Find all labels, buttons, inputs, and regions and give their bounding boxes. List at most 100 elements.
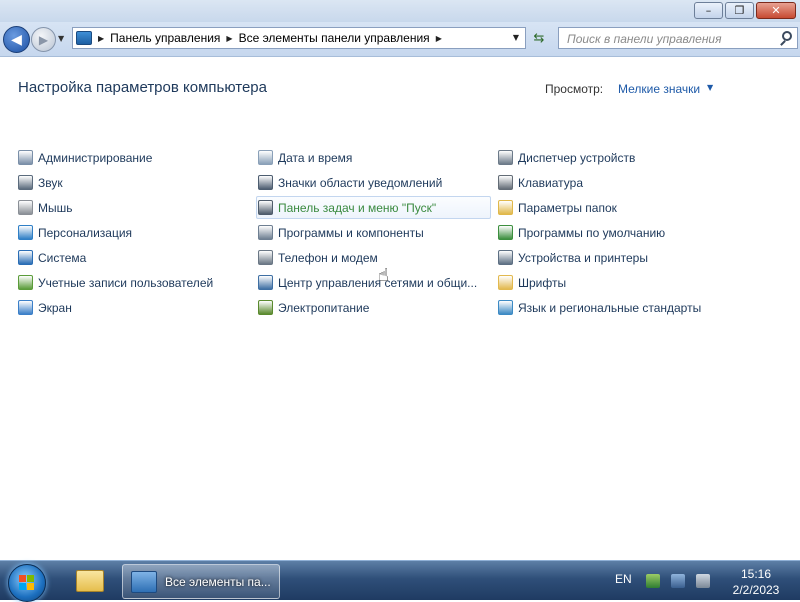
- taskbar: Все элементы па... EN 15:16 2/2/2023: [0, 560, 800, 602]
- admin-tools-icon: [18, 150, 33, 165]
- taskbar-start-icon: [258, 200, 273, 215]
- back-arrow-icon: ◀: [11, 31, 22, 48]
- breadcrumb-control-panel[interactable]: Панель управления: [110, 31, 220, 45]
- clock-calendar-icon: [258, 150, 273, 165]
- control-panel-icon: [76, 31, 92, 45]
- control-panel-content: Настройка параметров компьютера Просмотр…: [0, 57, 800, 560]
- control-panel-item[interactable]: Параметры папок: [496, 195, 731, 220]
- display-icon: [18, 300, 33, 315]
- items-column-2: Дата и время Значки области уведомлений Па…: [256, 145, 491, 320]
- control-panel-icon: [131, 570, 157, 593]
- taskbar-control-panel-button[interactable]: Все элементы па...: [122, 564, 280, 599]
- address-dropdown-button[interactable]: ▼: [513, 33, 519, 42]
- control-panel-item-label: Экран: [38, 300, 72, 315]
- personalization-icon: [18, 225, 33, 240]
- control-panel-item[interactable]: Значки области уведомлений: [256, 170, 491, 195]
- control-panel-item-label: Диспетчер устройств: [518, 150, 636, 165]
- control-panel-item[interactable]: Телефон и модем: [256, 245, 491, 270]
- breadcrumb-separator-icon[interactable]: ▶: [226, 34, 232, 43]
- control-panel-item[interactable]: Система: [16, 245, 251, 270]
- view-by-label: Просмотр:: [545, 82, 604, 96]
- recent-pages-dropdown[interactable]: ▼: [58, 34, 64, 43]
- search-icon[interactable]: [782, 31, 792, 41]
- devices-printers-icon: [498, 250, 513, 265]
- control-panel-item-label: Администрирование: [38, 150, 153, 165]
- system-clock[interactable]: 15:16 2/2/2023: [722, 566, 790, 598]
- control-panel-item-label: Электропитание: [278, 300, 370, 315]
- breadcrumb-separator-icon[interactable]: ▶: [98, 34, 104, 43]
- breadcrumb-all-items[interactable]: Все элементы панели управления: [239, 31, 430, 45]
- network-icon[interactable]: [671, 574, 685, 588]
- notification-area-icon: [258, 175, 273, 190]
- clock-date: 2/2/2023: [732, 583, 780, 597]
- folder-icon: [76, 570, 104, 592]
- taskbar-explorer-button[interactable]: [70, 566, 110, 598]
- control-panel-item[interactable]: Диспетчер устройств: [496, 145, 731, 170]
- windows-logo-icon: [19, 575, 35, 591]
- default-programs-icon: [498, 225, 513, 240]
- control-panel-item[interactable]: Экран: [16, 295, 251, 320]
- close-button[interactable]: ✕: [756, 2, 796, 19]
- control-panel-item-label: Значки области уведомлений: [278, 175, 443, 190]
- chevron-down-icon[interactable]: ▼: [707, 83, 713, 92]
- language-indicator[interactable]: EN: [615, 572, 632, 586]
- speaker-icon: [18, 175, 33, 190]
- mouse-icon: [18, 200, 33, 215]
- control-panel-item[interactable]: Персонализация: [16, 220, 251, 245]
- search-box[interactable]: [558, 27, 798, 49]
- window-controls: – ❐ ✕: [692, 2, 796, 19]
- control-panel-item[interactable]: Учетные записи пользователей: [16, 270, 251, 295]
- control-panel-item-label: Программы по умолчанию: [518, 225, 666, 240]
- items-column-3: Диспетчер устройств Клавиатура Параметры п…: [496, 145, 731, 320]
- device-manager-icon: [498, 150, 513, 165]
- network-center-icon: [258, 275, 273, 290]
- control-panel-item[interactable]: Электропитание: [256, 295, 491, 320]
- breadcrumb-separator-icon[interactable]: ▶: [436, 34, 442, 43]
- maximize-button[interactable]: ❐: [725, 2, 754, 19]
- control-panel-item[interactable]: Программы и компоненты: [256, 220, 491, 245]
- back-button[interactable]: ◀: [3, 26, 30, 53]
- clock-time: 15:16: [740, 567, 772, 581]
- control-panel-item-label: Звук: [38, 175, 63, 190]
- control-panel-item[interactable]: Администрирование: [16, 145, 251, 170]
- forward-arrow-icon: ▶: [38, 32, 49, 47]
- address-bar[interactable]: ▶ Панель управления ▶ Все элементы панел…: [72, 27, 526, 49]
- system-icon: [18, 250, 33, 265]
- taskbar-app-label: Все элементы па...: [165, 574, 271, 589]
- control-panel-item-label: Устройства и принтеры: [518, 250, 648, 265]
- refresh-icon: ⇆: [533, 30, 545, 46]
- fonts-icon: [498, 275, 513, 290]
- control-panel-item[interactable]: Центр управления сетями и общи...: [256, 270, 491, 295]
- view-by-dropdown[interactable]: Мелкие значки: [618, 82, 700, 96]
- region-language-icon: [498, 300, 513, 315]
- control-panel-item-label: Панель задач и меню "Пуск": [278, 200, 437, 215]
- control-panel-item[interactable]: Программы по умолчанию: [496, 220, 731, 245]
- forward-button[interactable]: ▶: [31, 27, 56, 52]
- refresh-button[interactable]: ⇆: [528, 27, 550, 49]
- control-panel-item[interactable]: Устройства и принтеры: [496, 245, 731, 270]
- control-panel-item-label: Телефон и модем: [278, 250, 378, 265]
- control-panel-item-label: Программы и компоненты: [278, 225, 424, 240]
- control-panel-item[interactable]: Язык и региональные стандарты: [496, 295, 731, 320]
- search-input[interactable]: [565, 29, 779, 49]
- action-center-icon[interactable]: [646, 574, 660, 588]
- control-panel-item[interactable]: Мышь: [16, 195, 251, 220]
- control-panel-item-label: Шрифты: [518, 275, 567, 290]
- control-panel-item[interactable]: Клавиатура: [496, 170, 731, 195]
- control-panel-item[interactable]: Шрифты: [496, 270, 731, 295]
- control-panel-item-label: Клавиатура: [518, 175, 583, 190]
- phone-modem-icon: [258, 250, 273, 265]
- control-panel-item-label: Учетные записи пользователей: [38, 275, 214, 290]
- minimize-button[interactable]: –: [694, 2, 723, 19]
- folder-options-icon: [498, 200, 513, 215]
- control-panel-item[interactable]: Панель задач и меню "Пуск": [256, 196, 491, 219]
- control-panel-item-label: Язык и региональные стандарты: [518, 300, 702, 315]
- start-button[interactable]: [8, 564, 46, 602]
- page-title: Настройка параметров компьютера: [18, 79, 267, 96]
- control-panel-item-label: Система: [38, 250, 87, 265]
- control-panel-item-label: Персонализация: [38, 225, 133, 240]
- programs-icon: [258, 225, 273, 240]
- volume-muted-icon[interactable]: [696, 574, 710, 588]
- control-panel-item[interactable]: Звук: [16, 170, 251, 195]
- control-panel-item[interactable]: Дата и время: [256, 145, 491, 170]
